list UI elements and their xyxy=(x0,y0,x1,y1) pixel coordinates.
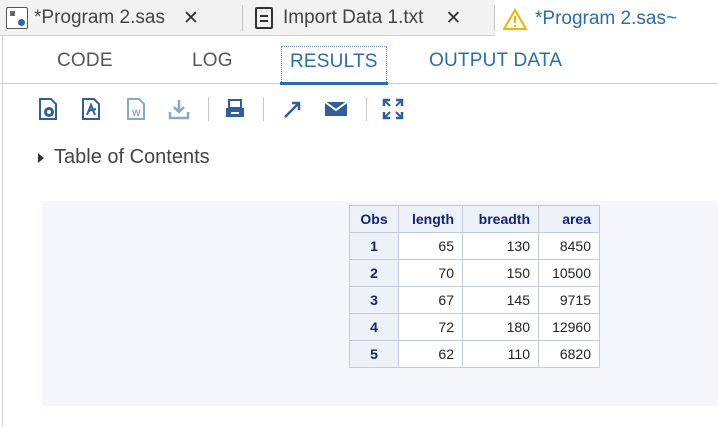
pdf-download-icon[interactable] xyxy=(78,96,104,122)
column-header-length: length xyxy=(398,205,463,233)
area-cell: 12960 xyxy=(538,313,600,341)
length-cell: 67 xyxy=(398,286,463,314)
results-toolbar: W xyxy=(0,84,718,134)
open-new-window-icon[interactable] xyxy=(279,96,305,122)
area-cell: 10500 xyxy=(538,259,600,287)
toolbar-divider xyxy=(366,97,367,121)
toolbar-divider xyxy=(263,97,264,121)
svg-text:W: W xyxy=(132,108,141,118)
file-tab-bar: *Program 2.sas ✕ Import Data 1.txt ✕ *Pr… xyxy=(0,0,718,37)
obs-cell: 3 xyxy=(349,286,399,314)
table-row: 1 65 130 8450 xyxy=(349,232,600,260)
breadth-cell: 145 xyxy=(462,286,539,314)
document-icon xyxy=(255,7,273,29)
area-cell: 9715 xyxy=(538,286,600,314)
expand-triangle-icon xyxy=(38,152,44,163)
table-header-row: Obs length breadth area xyxy=(349,205,600,233)
table-of-contents-toggle[interactable]: Table of Contents xyxy=(38,146,210,169)
file-tab-label: *Program 2.sas xyxy=(34,7,165,28)
file-tab-program-2-recovered[interactable]: *Program 2.sas~ xyxy=(495,0,718,37)
obs-cell: 2 xyxy=(349,259,399,287)
obs-cell: 4 xyxy=(349,313,399,341)
results-table: Obs length breadth area 1 65 130 8450 2 … xyxy=(349,205,600,368)
column-header-area: area xyxy=(538,205,600,233)
length-cell: 65 xyxy=(398,232,463,260)
obs-cell: 5 xyxy=(349,340,399,368)
tab-log[interactable]: LOG xyxy=(192,50,233,72)
table-row: 3 67 145 9715 xyxy=(349,286,600,314)
area-cell: 6820 xyxy=(538,340,600,368)
toolbar-divider xyxy=(208,97,209,121)
program-icon xyxy=(6,7,28,29)
file-tab-import-data[interactable]: Import Data 1.txt ✕ xyxy=(255,0,461,36)
breadth-cell: 180 xyxy=(462,313,539,341)
column-header-breadth: breadth xyxy=(462,205,539,233)
print-icon[interactable] xyxy=(222,96,248,122)
area-cell: 8450 xyxy=(538,232,600,260)
close-icon[interactable]: ✕ xyxy=(183,7,199,30)
table-row: 2 70 150 10500 xyxy=(349,259,600,287)
download-icon[interactable] xyxy=(166,96,192,122)
email-icon[interactable] xyxy=(323,96,349,122)
table-row: 4 72 180 12960 xyxy=(349,313,600,341)
html-download-icon[interactable] xyxy=(35,96,61,122)
word-download-icon[interactable]: W xyxy=(123,96,149,122)
tab-code[interactable]: CODE xyxy=(57,50,113,72)
obs-cell: 1 xyxy=(349,232,399,260)
breadth-cell: 130 xyxy=(462,232,539,260)
breadth-cell: 110 xyxy=(462,340,539,368)
file-tab-label: *Program 2.sas~ xyxy=(535,7,678,29)
breadth-cell: 150 xyxy=(462,259,539,287)
file-tab-program-2[interactable]: *Program 2.sas ✕ xyxy=(6,0,199,36)
close-icon[interactable]: ✕ xyxy=(445,7,461,30)
toc-label: Table of Contents xyxy=(54,146,210,168)
length-cell: 62 xyxy=(398,340,463,368)
maximize-icon[interactable] xyxy=(380,96,406,122)
tab-divider xyxy=(242,5,243,31)
warning-icon xyxy=(503,7,527,30)
length-cell: 72 xyxy=(398,313,463,341)
length-cell: 70 xyxy=(398,259,463,287)
tab-results[interactable]: RESULTS xyxy=(280,46,388,85)
tab-output-data[interactable]: OUTPUT DATA xyxy=(429,50,562,72)
column-header-obs: Obs xyxy=(349,205,399,233)
table-row: 5 62 110 6820 xyxy=(349,340,600,368)
view-tab-bar: CODE LOG RESULTS OUTPUT DATA xyxy=(0,36,718,85)
file-tab-label: Import Data 1.txt xyxy=(283,7,424,28)
